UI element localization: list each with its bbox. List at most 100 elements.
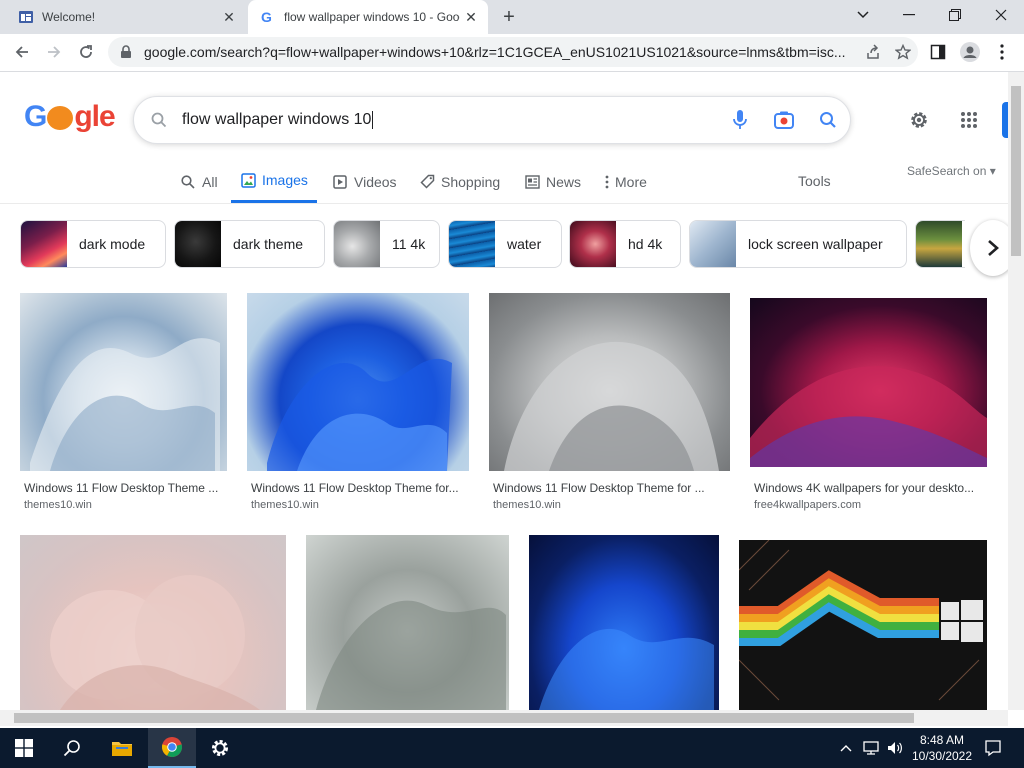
chip-water[interactable]: water (448, 220, 562, 268)
chip-thumbnail (690, 221, 736, 267)
browser-toolbar: google.com/search?q=flow+wallpaper+windo… (0, 34, 1024, 72)
chip-lock-screen-wallpaper[interactable]: lock screen wallpaper (689, 220, 907, 268)
chip-thumbnail (449, 221, 495, 267)
chip-label: water (507, 236, 542, 252)
play-icon (332, 174, 348, 190)
tools-button[interactable]: Tools (798, 173, 831, 189)
settings-taskbar-button[interactable] (196, 728, 244, 768)
vertical-scrollbar[interactable] (1008, 72, 1024, 710)
lens-camera-icon[interactable] (762, 98, 806, 142)
horizontal-scrollbar-thumb[interactable] (14, 713, 914, 723)
result-image-3[interactable] (489, 293, 730, 471)
chip-11-4k[interactable]: 11 4k (333, 220, 440, 268)
minimize-button[interactable] (886, 0, 932, 30)
search-icon (180, 174, 196, 190)
result-source[interactable]: themes10.win (251, 499, 319, 511)
tab-videos[interactable]: Videos (332, 160, 397, 203)
vertical-scrollbar-thumb[interactable] (1011, 86, 1021, 256)
result-image-1[interactable] (20, 293, 227, 471)
address-bar[interactable]: google.com/search?q=flow+wallpaper+windo… (108, 37, 918, 67)
notifications-icon[interactable] (978, 728, 1008, 768)
result-image-5[interactable] (20, 535, 286, 710)
share-icon[interactable] (858, 37, 888, 67)
chip-label: 11 4k (392, 236, 426, 252)
clock-date: 10/30/2022 (911, 749, 973, 763)
settings-gear-icon (212, 740, 228, 756)
rainbow-windows-logo-graphic (739, 540, 983, 701)
browser-tab-welcome[interactable]: Welcome! ✕ (8, 0, 246, 34)
tab-shopping[interactable]: Shopping (419, 160, 500, 203)
forward-button[interactable] (40, 38, 68, 66)
show-hidden-icons-chevron-icon[interactable] (836, 728, 856, 768)
close-window-button[interactable] (978, 0, 1024, 30)
chip-thumbnail (570, 221, 616, 267)
taskbar-clock[interactable]: 8:48 AM 10/30/2022 (910, 732, 974, 764)
more-vert-icon (604, 174, 610, 190)
chip-label: dark mode (79, 236, 146, 252)
volume-icon[interactable] (884, 728, 906, 768)
logo-letter-g: G (24, 100, 47, 133)
reload-button[interactable] (72, 38, 100, 66)
search-submit-icon[interactable] (806, 98, 850, 142)
side-panel-icon[interactable] (924, 38, 952, 66)
result-image-2[interactable] (247, 293, 469, 471)
result-caption[interactable]: Windows 4K wallpapers for your deskto... (754, 481, 984, 495)
chip-dark-theme[interactable]: dark theme (174, 220, 325, 268)
search-input[interactable]: flow wallpaper windows 10 (182, 110, 718, 129)
result-source[interactable]: free4kwallpapers.com (754, 499, 861, 511)
result-caption[interactable]: Windows 11 Flow Desktop Theme for... (251, 481, 465, 495)
result-image-6[interactable] (306, 535, 509, 710)
browser-tab-google-search[interactable]: G flow wallpaper windows 10 - Google ✕ (248, 0, 488, 34)
flow-shape-graphic (267, 358, 452, 471)
search-box[interactable]: flow wallpaper windows 10 (133, 96, 851, 144)
result-image-4[interactable] (750, 298, 987, 467)
lock-icon[interactable] (120, 45, 134, 59)
network-icon[interactable] (860, 728, 882, 768)
settings-gear-icon[interactable] (903, 104, 935, 136)
chip-hd-4k[interactable]: hd 4k (569, 220, 681, 268)
safesearch-label: SafeSearch on (907, 164, 987, 178)
result-image-7[interactable] (529, 535, 719, 710)
google-apps-grid-icon[interactable] (953, 104, 985, 136)
chrome-menu-icon[interactable] (988, 38, 1016, 66)
close-tab-icon[interactable]: ✕ (218, 6, 240, 28)
new-tab-button[interactable]: + (498, 6, 520, 28)
flow-shape-graphic (50, 575, 260, 710)
horizontal-scrollbar[interactable] (0, 710, 1008, 726)
chip-dark-mode[interactable]: dark mode (20, 220, 166, 268)
chip-partial[interactable] (915, 220, 965, 268)
chrome-taskbar-button[interactable] (148, 728, 196, 768)
start-button[interactable] (0, 728, 48, 768)
tab-search-chevron-icon[interactable] (840, 0, 886, 30)
chip-label: lock screen wallpaper (748, 236, 883, 252)
logo-letters-gle: gle (74, 100, 115, 133)
browser-tab-strip: Welcome! ✕ G flow wallpaper windows 10 -… (0, 0, 1024, 34)
file-explorer-button[interactable] (98, 728, 146, 768)
chrome-icon (161, 737, 183, 758)
chip-label: dark theme (233, 236, 304, 252)
url-text[interactable]: google.com/search?q=flow+wallpaper+windo… (144, 44, 858, 60)
profile-avatar-icon[interactable] (956, 38, 984, 66)
result-source[interactable]: themes10.win (493, 499, 561, 511)
result-caption[interactable]: Windows 11 Flow Desktop Theme ... (24, 481, 224, 495)
back-button[interactable] (8, 38, 36, 66)
tab-all[interactable]: All (180, 160, 218, 203)
search-query-text: flow wallpaper windows 10 (182, 111, 372, 129)
pumpkin-icon (47, 106, 74, 130)
tab-news[interactable]: News (524, 160, 581, 203)
flow-shape-graphic (30, 338, 220, 471)
result-image-8[interactable] (739, 540, 987, 710)
result-caption[interactable]: Windows 11 Flow Desktop Theme for ... (493, 481, 727, 495)
voice-search-mic-icon[interactable] (718, 98, 762, 142)
google-doodle-logo[interactable]: Ggle (24, 100, 116, 134)
tab-more[interactable]: More (604, 160, 647, 203)
bookmark-star-icon[interactable] (888, 37, 918, 67)
safesearch-toggle[interactable]: SafeSearch on ▾ (907, 164, 996, 178)
tab-label: Shopping (441, 173, 501, 190)
taskbar-search-button[interactable] (48, 728, 96, 768)
result-source[interactable]: themes10.win (24, 499, 92, 511)
close-tab-icon[interactable]: ✕ (460, 6, 482, 28)
tab-images[interactable]: Images (231, 160, 317, 203)
restore-button[interactable] (932, 0, 978, 30)
chip-thumbnail (175, 221, 221, 267)
